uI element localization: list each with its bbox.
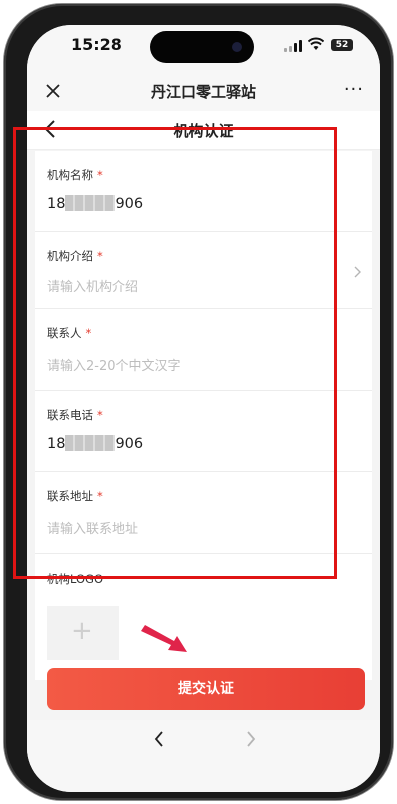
submit-certification-button[interactable]: 提交认证 xyxy=(47,668,365,710)
browser-bottom-bar xyxy=(27,720,380,792)
plus-icon: + xyxy=(71,616,93,646)
signal-icon xyxy=(284,40,302,52)
battery-icon: 52 xyxy=(331,39,353,51)
forward-arrow-icon[interactable] xyxy=(245,730,257,748)
dynamic-island xyxy=(150,31,254,63)
logo-upload-button[interactable]: + xyxy=(47,606,119,660)
arrow-annotation-icon xyxy=(141,625,187,652)
more-menu-icon[interactable]: ··· xyxy=(344,79,364,100)
status-bar: 15:28 52 xyxy=(27,25,380,71)
app-title: 丹江口零工驿站 xyxy=(150,83,256,101)
camera-icon xyxy=(232,42,242,52)
status-time: 15:28 xyxy=(71,35,122,54)
app-title-bar: 丹江口零工驿站 ··· xyxy=(27,71,380,111)
back-arrow-icon[interactable] xyxy=(153,730,165,748)
wifi-icon xyxy=(308,37,324,50)
highlight-box xyxy=(13,127,337,579)
chevron-right-icon xyxy=(354,266,361,278)
